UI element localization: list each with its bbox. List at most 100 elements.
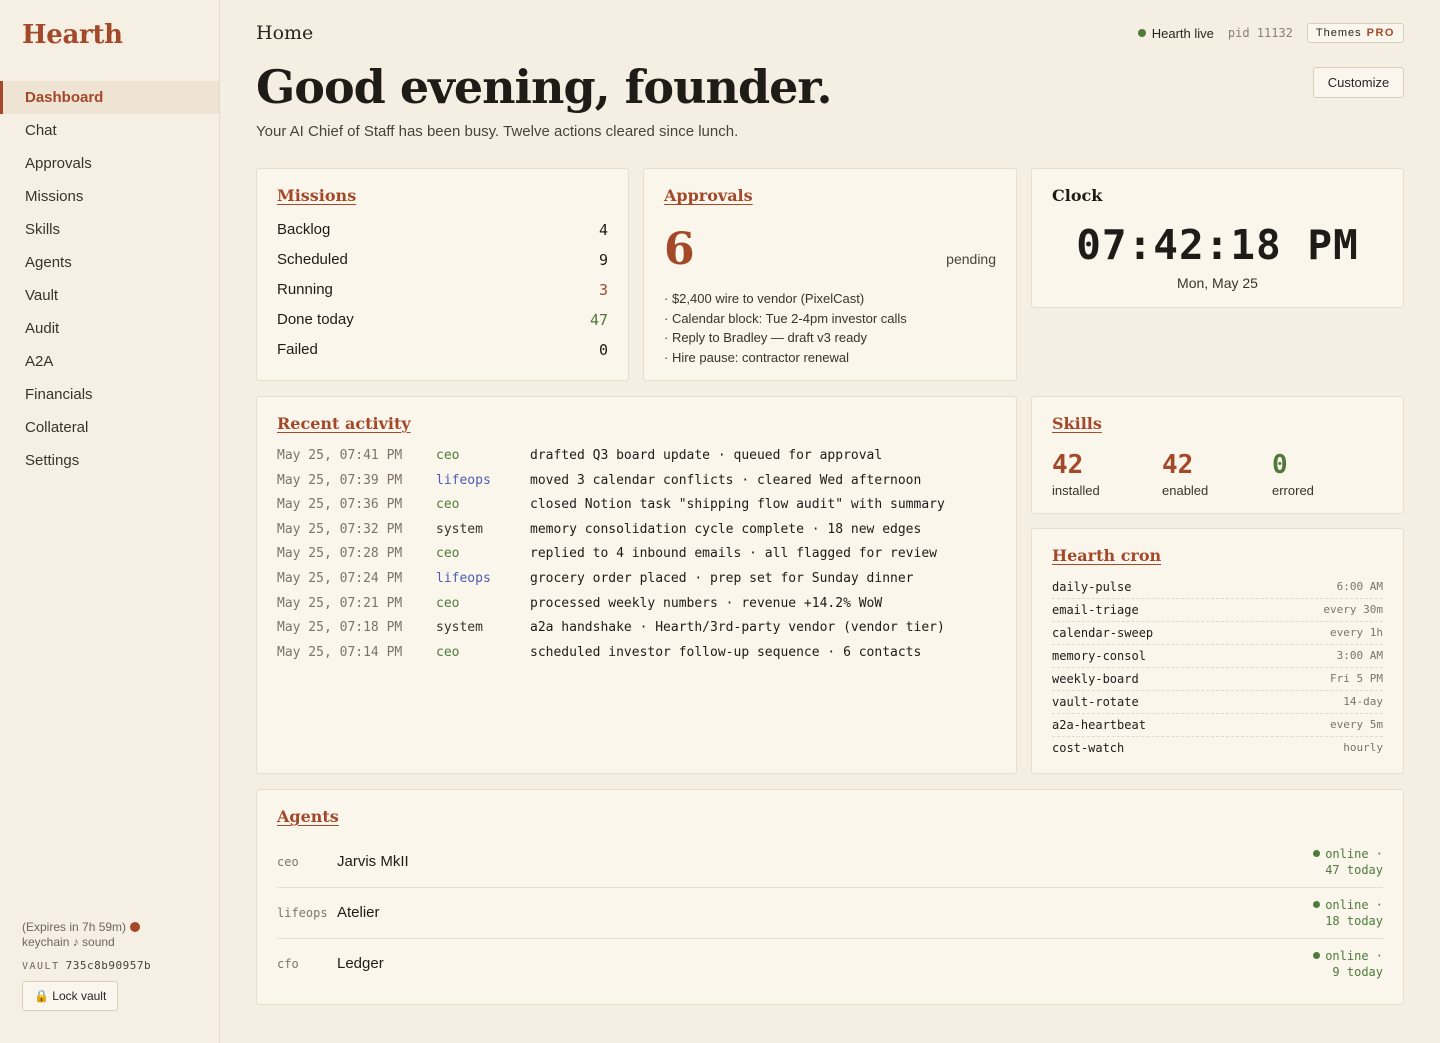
sidebar-item-collateral[interactable]: Collateral	[0, 411, 219, 444]
mission-value: 47	[589, 311, 608, 329]
activity-time: May 25, 07:28 PM	[277, 546, 403, 562]
agent-name: Ledger	[337, 955, 384, 972]
approvals-count: 6	[664, 224, 695, 275]
activity-title[interactable]: Recent activity	[277, 414, 411, 433]
cron-schedule: 6:00 AM	[1336, 580, 1383, 593]
activity-agent: ceo	[436, 595, 460, 611]
skills-stat-installed: 42 installed	[1052, 449, 1162, 498]
agent-status: online · 47 today	[1313, 846, 1383, 878]
activity-message: a2a handshake · Hearth/3rd-party vendor …	[530, 620, 945, 636]
activity-agent: lifeops	[436, 472, 491, 488]
cron-title[interactable]: Hearth cron	[1052, 546, 1161, 565]
activity-card: Recent activity May 25, 07:41 PM ceo draft…	[256, 396, 1017, 774]
agent-role: cfo	[277, 957, 299, 971]
approval-item[interactable]: · $2,400 wire to vendor (PixelCast)	[664, 289, 907, 309]
vault-id: 735c8b90957b	[65, 959, 152, 972]
skills-stat-label: errored	[1272, 483, 1314, 498]
activity-row: May 25, 07:14 PM ceo scheduled investor fo…	[277, 644, 996, 669]
cron-name: cost-watch	[1052, 741, 1125, 755]
online-dot-icon	[1313, 901, 1321, 908]
pid-label: pid 11132	[1227, 26, 1293, 40]
vault-footer: (Expires in 7h 59m) keychain ♪ sound VAU…	[22, 920, 202, 1011]
sidebar-item-missions[interactable]: Missions	[0, 180, 219, 213]
approval-item[interactable]: · Reply to Bradley — draft v3 ready	[664, 328, 907, 348]
sidebar-item-financials[interactable]: Financials	[0, 378, 219, 411]
activity-message: moved 3 calendar conflicts · cleared Wed…	[530, 472, 922, 488]
agent-row[interactable]: cfo Ledger online · 9 today	[277, 939, 1383, 990]
mission-value: 9	[598, 251, 608, 269]
skills-stat-value: 42	[1052, 450, 1084, 480]
sidebar-item-chat[interactable]: Chat	[0, 114, 219, 147]
cron-schedule: 3:00 AM	[1336, 649, 1383, 662]
agent-today-count: 47 today	[1325, 863, 1383, 877]
approvals-title[interactable]: Approvals	[664, 186, 753, 205]
cron-row: cost-watch hourly	[1052, 737, 1383, 760]
skills-stat-value: 42	[1162, 450, 1194, 480]
sidebar-nav: Dashboard Chat Approvals Missions Skills…	[0, 81, 219, 477]
activity-agent: system	[436, 521, 483, 537]
cron-row: a2a-heartbeat every 5m	[1052, 714, 1383, 737]
skills-card: Skills 42 installed 42 enabled 0 errored	[1031, 396, 1404, 514]
agent-row[interactable]: lifeops Atelier online · 18 today	[277, 888, 1383, 939]
activity-list: May 25, 07:41 PM ceo drafted Q3 board upda…	[277, 447, 996, 668]
sidebar-item-vault[interactable]: Vault	[0, 279, 219, 312]
top-status-bar: Hearth live pid 11132 Themes PRO	[1137, 23, 1404, 43]
sidebar-item-settings[interactable]: Settings	[0, 444, 219, 477]
cron-schedule: every 1h	[1330, 626, 1383, 639]
skills-title[interactable]: Skills	[1052, 414, 1102, 433]
activity-message: grocery order placed · prep set for Sund…	[530, 570, 914, 586]
activity-row: May 25, 07:24 PM lifeops grocery order pla…	[277, 570, 996, 595]
customize-button[interactable]: Customize	[1313, 67, 1404, 98]
activity-message: scheduled investor follow-up sequence · …	[530, 644, 922, 660]
mission-value: 3	[598, 281, 608, 299]
activity-agent: lifeops	[436, 570, 491, 586]
sidebar-item-skills[interactable]: Skills	[0, 213, 219, 246]
live-status-label: Hearth live	[1151, 25, 1214, 41]
lock-vault-button[interactable]: 🔒 Lock vault	[22, 981, 119, 1011]
clock-time: 07:42:18 PM	[1076, 221, 1359, 269]
mission-value: 4	[598, 221, 608, 239]
activity-time: May 25, 07:21 PM	[277, 595, 403, 611]
agent-status-line: online ·	[1325, 949, 1383, 963]
activity-agent: ceo	[436, 448, 460, 463]
vault-id-line: VAULT 735c8b90957b	[22, 959, 202, 972]
agents-title[interactable]: Agents	[277, 807, 339, 826]
agent-name: Jarvis MkII	[337, 853, 409, 870]
approval-item[interactable]: · Calendar block: Tue 2-4pm investor cal…	[664, 309, 907, 329]
activity-row: May 25, 07:28 PM ceo replied to 4 inbound …	[277, 545, 996, 570]
agent-row[interactable]: ceo Jarvis MkII online · 47 today	[277, 837, 1383, 888]
activity-time: May 25, 07:39 PM	[277, 472, 403, 488]
mission-value: 0	[598, 341, 608, 359]
approval-item[interactable]: · Hire pause: contractor renewal	[664, 348, 907, 368]
breadcrumb: Home	[256, 22, 314, 44]
activity-agent: system	[436, 620, 483, 636]
sidebar-item-dashboard[interactable]: Dashboard	[0, 81, 219, 114]
activity-time: May 25, 07:36 PM	[277, 497, 403, 513]
mission-label: Backlog	[277, 221, 331, 238]
vault-status-dot-icon	[130, 922, 141, 932]
live-dot-icon	[1137, 28, 1146, 37]
sidebar-item-approvals[interactable]: Approvals	[0, 147, 219, 180]
sidebar-item-a2a[interactable]: A2A	[0, 345, 219, 378]
activity-time: May 25, 07:24 PM	[277, 570, 403, 586]
agent-role: ceo	[277, 855, 299, 869]
brand-logo[interactable]: Hearth	[22, 20, 123, 50]
cron-row: email-triage every 30m	[1052, 599, 1383, 622]
themes-button[interactable]: Themes PRO	[1306, 23, 1404, 43]
themes-label: Themes	[1315, 27, 1362, 39]
agent-name: Atelier	[337, 904, 380, 921]
activity-time: May 25, 07:41 PM	[277, 448, 403, 463]
sidebar-item-audit[interactable]: Audit	[0, 312, 219, 345]
activity-row: May 25, 07:21 PM ceo processed weekly numb…	[277, 595, 996, 620]
clock-date: Mon, May 25	[1177, 275, 1258, 291]
cron-schedule: Fri 5 PM	[1330, 672, 1383, 685]
cron-row: calendar-sweep every 1h	[1052, 622, 1383, 645]
mission-label: Running	[277, 281, 333, 298]
activity-agent: ceo	[436, 644, 460, 660]
mission-row-done-today: Done today 47	[277, 309, 608, 339]
activity-time: May 25, 07:32 PM	[277, 521, 403, 537]
missions-title[interactable]: Missions	[277, 186, 356, 205]
cron-name: daily-pulse	[1052, 580, 1132, 594]
mission-row-backlog: Backlog 4	[277, 219, 608, 249]
sidebar-item-agents[interactable]: Agents	[0, 246, 219, 279]
